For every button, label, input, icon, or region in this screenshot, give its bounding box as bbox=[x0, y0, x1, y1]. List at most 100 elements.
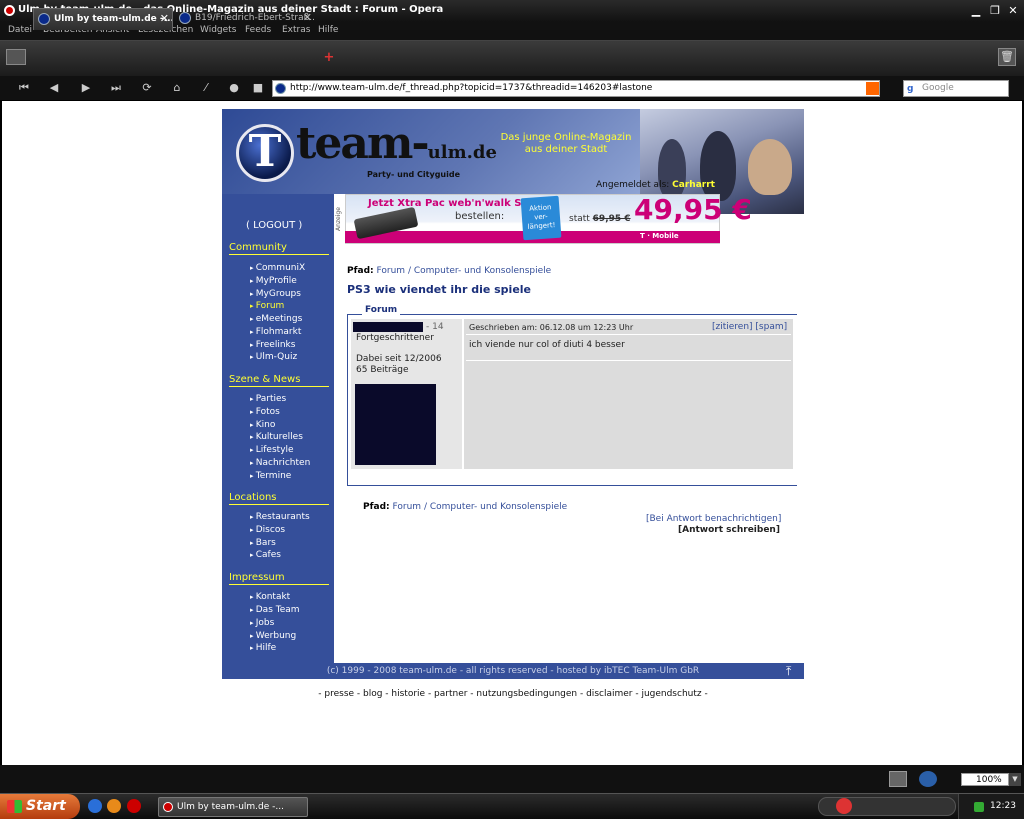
breadcrumb-forum[interactable]: Forum bbox=[393, 502, 422, 512]
ad-statt-label: statt bbox=[569, 214, 590, 224]
sidebar-item-das-team[interactable]: Das Team bbox=[250, 605, 300, 615]
panel-icon[interactable] bbox=[889, 771, 907, 787]
trash-icon[interactable]: 🗑 bbox=[998, 48, 1016, 66]
menu-hilfe[interactable]: Hilfe bbox=[318, 25, 338, 35]
breadcrumb-label: Pfad: bbox=[347, 266, 374, 276]
sidebar-item-forum[interactable]: Forum bbox=[250, 301, 285, 311]
sidebar-item-flohmarkt[interactable]: Flohmarkt bbox=[250, 327, 302, 337]
rss-icon[interactable] bbox=[866, 82, 879, 95]
sidebar-item-communix[interactable]: CommuniX bbox=[250, 263, 305, 273]
opera-quicklaunch-icon[interactable] bbox=[127, 799, 141, 813]
site-logo-text[interactable]: team-ulm.de bbox=[296, 118, 497, 169]
back-icon[interactable]: ◀ bbox=[44, 80, 64, 96]
sidebar-item-emeetings[interactable]: eMeetings bbox=[250, 314, 303, 324]
address-url: http://www.team-ulm.de/f_thread.php?topi… bbox=[290, 83, 653, 93]
ad-brand: T · Mobile bbox=[640, 232, 679, 240]
site-logo-icon[interactable]: T bbox=[236, 124, 294, 182]
rewind-icon[interactable]: ⏮ bbox=[14, 80, 34, 96]
sidebar-item-parties[interactable]: Parties bbox=[250, 394, 287, 404]
breadcrumb-separator: / bbox=[407, 266, 411, 276]
tab-close-icon[interactable]: ✕ bbox=[303, 8, 312, 28]
home-icon[interactable]: ⌂ bbox=[167, 80, 187, 96]
user-count: - 14 bbox=[426, 322, 444, 332]
search-input[interactable]: g Google bbox=[903, 80, 1009, 97]
bookmark-icon[interactable]: ■ bbox=[248, 80, 268, 96]
user-rank: Fortgeschrittener bbox=[356, 333, 434, 343]
sidebar-item-fotos[interactable]: Fotos bbox=[250, 407, 280, 417]
site-footer: (c) 1999 - 2008 team-ulm.de - all rights… bbox=[222, 663, 804, 679]
logged-in-user[interactable]: Carharrt bbox=[672, 180, 715, 190]
favicon-icon bbox=[38, 13, 50, 25]
tab-b19[interactable]: B19/Friedrich-Ebert-Straß... ✕ bbox=[175, 8, 315, 30]
firefox-icon[interactable] bbox=[107, 799, 121, 813]
tab-close-icon[interactable]: ✕ bbox=[160, 9, 169, 29]
opera-link-icon[interactable]: ● bbox=[224, 80, 244, 96]
reply-link[interactable]: [Antwort schreiben] bbox=[678, 525, 780, 535]
address-bar[interactable]: http://www.team-ulm.de/f_thread.php?topi… bbox=[272, 80, 880, 97]
footer-links[interactable]: - presse - blog - historie - partner - n… bbox=[222, 689, 804, 699]
slogan-line2: aus deiner Stadt bbox=[524, 144, 608, 155]
site-slogan: Das junge Online-Magazin aus deiner Stad… bbox=[496, 132, 636, 156]
tray-status-icon[interactable] bbox=[974, 802, 984, 812]
post-text: ich viende nur col of diuti 4 besser bbox=[469, 340, 625, 350]
sidebar-item-discos[interactable]: Discos bbox=[250, 525, 285, 535]
minimize-icon[interactable]: ▁ bbox=[968, 3, 984, 18]
taskbar-opera-window[interactable]: Ulm by team-ulm.de -... bbox=[158, 797, 308, 817]
thread-title: PS3 wie viendet ihr die spiele bbox=[347, 283, 532, 296]
chevron-down-icon[interactable]: ▼ bbox=[1009, 773, 1021, 786]
breadcrumb-forum[interactable]: Forum bbox=[377, 266, 406, 276]
notify-link[interactable]: [Bei Antwort benachrichtigen] bbox=[646, 514, 781, 524]
ad-headline: Jetzt Xtra Pac web'n'walk Stick bbox=[368, 198, 542, 209]
tab-menu-icon[interactable] bbox=[6, 49, 26, 65]
post-actions[interactable]: [zitieren] [spam] bbox=[712, 322, 787, 332]
restore-icon[interactable]: ❐ bbox=[987, 3, 1003, 18]
breadcrumb-separator: / bbox=[423, 502, 427, 512]
sidebar-item-jobs[interactable]: Jobs bbox=[250, 618, 275, 628]
favicon-icon bbox=[179, 12, 191, 24]
scroll-top-icon[interactable]: ⤒ bbox=[786, 664, 791, 678]
clock: 12:23 bbox=[990, 801, 1016, 811]
wand-icon[interactable]: ⁄ bbox=[196, 80, 216, 96]
sidebar-item-restaurants[interactable]: Restaurants bbox=[250, 512, 310, 522]
sidebar-item-ulm-quiz[interactable]: Ulm-Quiz bbox=[250, 352, 297, 362]
zoom-select[interactable]: 100% bbox=[961, 773, 1009, 786]
pause-icon[interactable] bbox=[836, 798, 852, 814]
new-tab-icon[interactable]: + bbox=[323, 51, 335, 64]
ad-subline: bestellen: bbox=[455, 211, 505, 222]
avatar[interactable] bbox=[355, 384, 436, 465]
post-timestamp: Geschrieben am: 06.12.08 um 12:23 Uhr bbox=[469, 323, 634, 332]
desktop-icon[interactable] bbox=[88, 799, 102, 813]
sidebar-item-werbung[interactable]: Werbung bbox=[250, 631, 296, 641]
unite-icon[interactable] bbox=[919, 771, 937, 787]
breadcrumb-category[interactable]: Computer- und Konsolenspiele bbox=[414, 266, 551, 276]
username-redacted[interactable] bbox=[353, 322, 423, 332]
sidebar-item-bars[interactable]: Bars bbox=[250, 538, 276, 548]
ad-price: 49,95 € bbox=[634, 193, 752, 226]
fast-forward-icon[interactable]: ⏭ bbox=[106, 80, 126, 96]
sidebar-item-kino[interactable]: Kino bbox=[250, 420, 276, 430]
sidebar-item-freelinks[interactable]: Freelinks bbox=[250, 340, 296, 350]
sidebar-item-hilfe[interactable]: Hilfe bbox=[250, 643, 276, 653]
forward-icon[interactable]: ▶ bbox=[76, 80, 96, 96]
tab-team-ulm[interactable]: Ulm by team-ulm.de -... ✕ bbox=[33, 8, 173, 30]
logout-link[interactable]: ( LOGOUT ) bbox=[246, 220, 302, 231]
logo-name: team- bbox=[296, 118, 430, 169]
breadcrumb-category[interactable]: Computer- und Konsolenspiele bbox=[430, 502, 567, 512]
sidebar-item-myprofile[interactable]: MyProfile bbox=[250, 276, 297, 286]
sidebar-item-lifestyle[interactable]: Lifestyle bbox=[250, 445, 294, 455]
menu-datei[interactable]: Datei bbox=[8, 25, 32, 35]
sidebar-item-cafes[interactable]: Cafes bbox=[250, 550, 281, 560]
close-icon[interactable]: ✕ bbox=[1005, 3, 1021, 18]
ad-headline-prefix: Jetzt bbox=[368, 198, 398, 209]
sidebar-item-nachrichten[interactable]: Nachrichten bbox=[250, 458, 311, 468]
ad-old-price-value: 69,95 € bbox=[592, 214, 631, 224]
sidebar-item-termine[interactable]: Termine bbox=[250, 471, 292, 481]
sidebar-item-mygroups[interactable]: MyGroups bbox=[250, 289, 301, 299]
sidebar-item-kontakt[interactable]: Kontakt bbox=[250, 592, 290, 602]
sidebar-item-kulturelles[interactable]: Kulturelles bbox=[250, 432, 303, 442]
post-divider bbox=[466, 360, 791, 361]
reload-icon[interactable]: ⟳ bbox=[137, 80, 157, 96]
opera-icon bbox=[4, 5, 15, 16]
ad-old-price: statt 69,95 € bbox=[569, 214, 631, 224]
browser-statusbar bbox=[0, 765, 1024, 793]
